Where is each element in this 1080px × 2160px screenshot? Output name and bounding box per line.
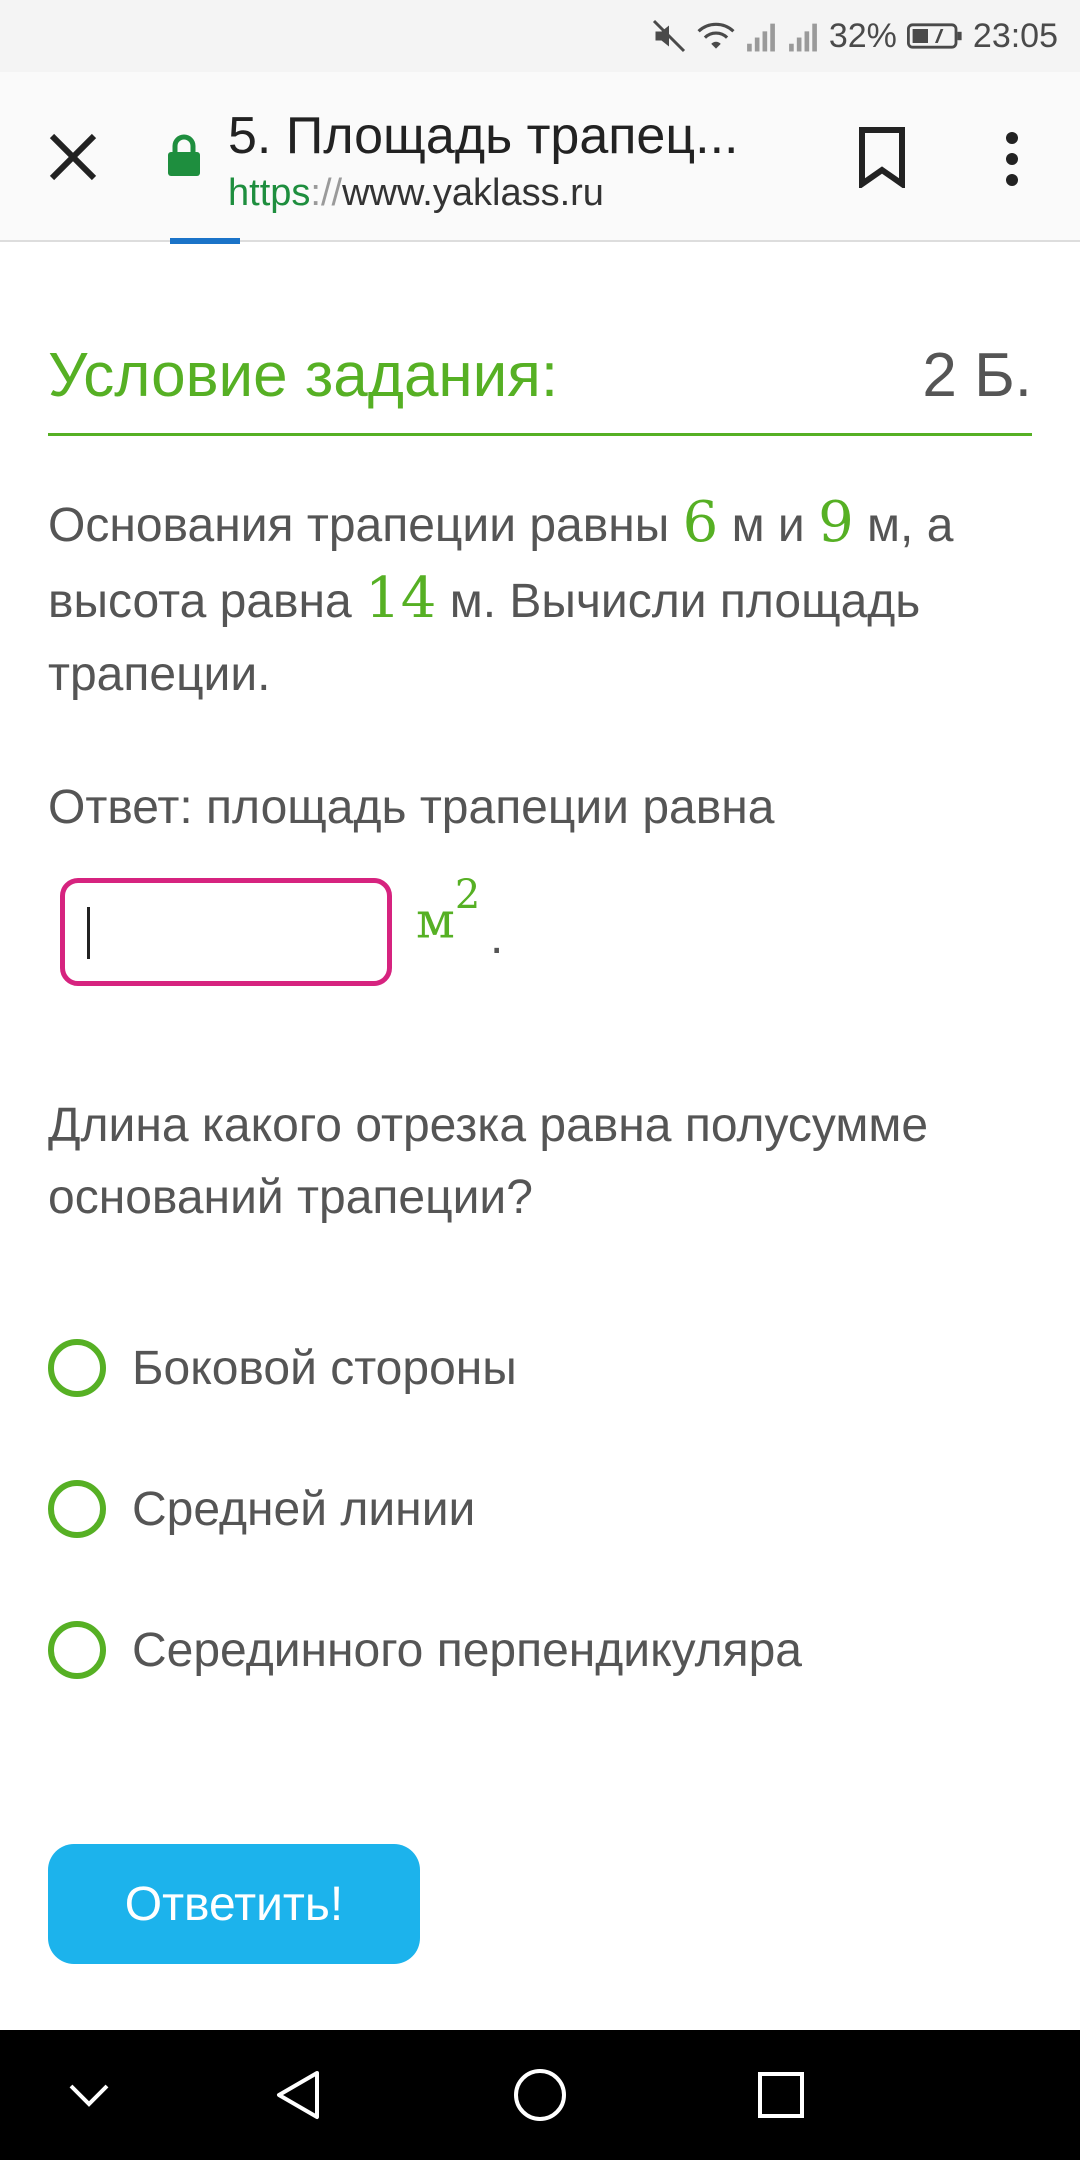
task-points: 2 Б. xyxy=(922,341,1032,410)
url-bar[interactable]: https://www.yaklass.ru xyxy=(228,172,604,215)
lock-icon xyxy=(166,134,202,183)
area-answer-input[interactable] xyxy=(60,878,392,986)
question-text: Основания трапеции равны 6 м и 9 м, а вы… xyxy=(48,486,1028,711)
close-icon xyxy=(49,133,97,181)
task-title: Условие задания: xyxy=(48,341,559,410)
option-label: Серединного перпендикуляра xyxy=(132,1623,802,1677)
unit-base: м xyxy=(416,891,455,950)
submit-answer-button[interactable]: Ответить! xyxy=(48,1844,420,1964)
unit-period: . xyxy=(490,911,504,964)
option-label: Боковой стороны xyxy=(132,1341,517,1395)
battery-percent: 32% xyxy=(828,16,897,55)
answer-label: Ответ: площадь трапеции равна xyxy=(48,781,775,834)
close-button[interactable] xyxy=(42,126,104,188)
option-perpendicular-bisector[interactable]: Серединного перпендикуляра xyxy=(48,1610,948,1690)
page-title[interactable]: 5. Площадь трапец... xyxy=(228,106,788,166)
status-bar: 32% 23:05 xyxy=(0,0,1080,72)
base-b-value: 9 xyxy=(818,490,854,555)
wifi-icon xyxy=(697,19,735,53)
mute-icon xyxy=(651,18,687,54)
radio-icon[interactable] xyxy=(48,1339,106,1397)
text-caret xyxy=(87,907,90,959)
radio-icon[interactable] xyxy=(48,1480,106,1538)
home-icon[interactable] xyxy=(505,2060,575,2130)
partial-link-underline xyxy=(170,238,240,244)
area-unit: м2 xyxy=(416,872,480,950)
signal-icon xyxy=(787,19,819,53)
browser-toolbar: 5. Площадь трапец... https://www.yaklass… xyxy=(0,72,1080,242)
more-menu-button[interactable] xyxy=(994,128,1030,190)
question-2-text: Длина какого отрезка равна полусумме осн… xyxy=(48,1099,929,1224)
url-scheme: https xyxy=(228,172,311,214)
radio-icon[interactable] xyxy=(48,1621,106,1679)
navigation-bar xyxy=(0,2030,1080,2160)
task-header: Условие задания: 2 Б. xyxy=(48,330,1032,436)
more-vert-icon xyxy=(1006,132,1018,186)
status-icons: 32% 23:05 xyxy=(651,14,1058,58)
bookmark-icon xyxy=(859,127,905,190)
url-separator: :// xyxy=(310,172,343,214)
back-icon[interactable] xyxy=(264,2060,334,2130)
question-part: м и xyxy=(718,499,819,552)
signal-icon xyxy=(745,19,777,53)
option-lateral-side[interactable]: Боковой стороны xyxy=(48,1328,948,1408)
base-a-value: 6 xyxy=(682,490,719,555)
chevron-down-icon[interactable] xyxy=(54,2060,124,2130)
unit-power: 2 xyxy=(454,872,481,918)
option-label: Средней линии xyxy=(132,1482,476,1536)
url-host: www.yaklass.ru xyxy=(342,172,604,214)
battery-icon xyxy=(906,21,963,51)
question-part: Основания трапеции равны xyxy=(48,499,683,552)
option-midline[interactable]: Средней линии xyxy=(48,1469,948,1549)
status-time: 23:05 xyxy=(972,16,1058,55)
height-value: 14 xyxy=(365,566,437,631)
bookmark-button[interactable] xyxy=(856,126,908,190)
recents-icon[interactable] xyxy=(746,2060,816,2130)
